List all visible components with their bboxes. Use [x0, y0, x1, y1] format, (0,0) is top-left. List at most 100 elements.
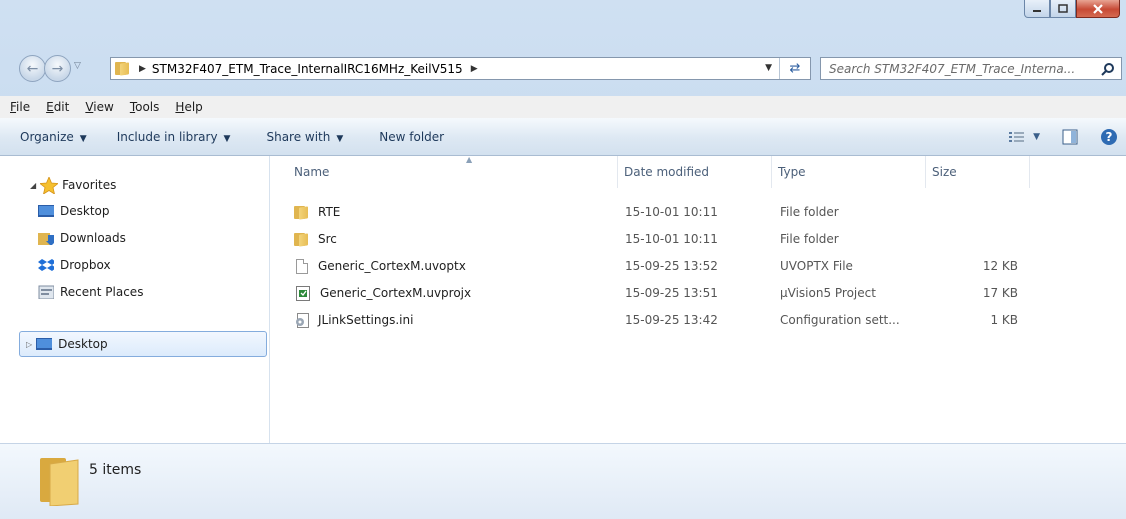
menu-view[interactable]: View: [85, 100, 113, 114]
close-button[interactable]: [1076, 0, 1120, 18]
nav-tree-desktop-label: Desktop: [58, 337, 108, 351]
address-bar[interactable]: ▶ STM32F407_ETM_Trace_InternalIRC16MHz_K…: [110, 57, 811, 80]
nav-item-label: Downloads: [60, 231, 126, 245]
column-header-date[interactable]: Date modified: [618, 156, 772, 188]
file-row[interactable]: Generic_CortexM.uvoptx 15-09-25 13:52 UV…: [270, 255, 1126, 277]
nav-item-recent-places[interactable]: Recent Places: [38, 281, 143, 303]
change-view-button[interactable]: ▼: [1009, 131, 1040, 143]
include-in-library-label: Include in library: [116, 129, 218, 144]
search-icon[interactable]: [1101, 62, 1115, 76]
chevron-down-icon: ▼: [79, 133, 87, 144]
file-name-cell: Generic_CortexM.uvprojx: [294, 282, 471, 304]
file-name-cell: RTE: [294, 201, 340, 223]
back-button[interactable]: ←: [19, 55, 46, 82]
favorites-label: Favorites: [62, 178, 117, 192]
column-name-label: Name: [294, 165, 330, 179]
organize-label: Organize: [20, 129, 74, 144]
organize-button[interactable]: Organize ▼: [20, 130, 87, 144]
file-icon: [296, 258, 308, 274]
nav-tree-desktop[interactable]: ▷ Desktop: [19, 331, 267, 357]
file-size: 12 KB: [982, 259, 1018, 273]
file-size: [938, 201, 1018, 223]
file-row[interactable]: Src 15-10-01 10:11 File folder: [270, 228, 1126, 250]
file-name-cell: JLinkSettings.ini: [294, 309, 413, 331]
desktop-icon: [36, 338, 53, 350]
search-input[interactable]: [827, 60, 1101, 77]
navigation-pane: ◢ Favorites Desktop Downloads Dropbox Re…: [0, 156, 270, 443]
close-icon: [1093, 3, 1103, 14]
favorites-group[interactable]: ◢ Favorites: [30, 174, 116, 196]
file-date: 15-10-01 10:11: [625, 205, 718, 219]
forward-button[interactable]: →: [44, 55, 71, 82]
nav-item-desktop[interactable]: Desktop: [38, 200, 110, 222]
column-header-type[interactable]: Type: [772, 156, 926, 188]
expanded-arrow-icon[interactable]: ◢: [30, 181, 36, 190]
file-type: UVOPTX File: [780, 259, 853, 273]
share-with-button[interactable]: Share with ▼: [266, 130, 343, 144]
new-folder-button[interactable]: New folder: [379, 130, 444, 144]
view-tools: ▼ ?: [987, 118, 1118, 155]
folder-icon: [115, 62, 131, 76]
help-icon: ?: [1101, 128, 1117, 145]
breadcrumb-folder[interactable]: STM32F407_ETM_Trace_InternalIRC16MHz_Kei…: [152, 62, 463, 76]
address-history-dropdown[interactable]: ▼: [765, 63, 772, 73]
file-name-cell: Generic_CortexM.uvoptx: [294, 255, 466, 277]
file-row[interactable]: JLinkSettings.ini 15-09-25 13:42 Configu…: [270, 309, 1126, 331]
file-type: Configuration sett...: [780, 313, 900, 327]
chevron-down-icon: ▼: [1033, 131, 1040, 142]
file-date: 15-09-25 13:51: [625, 286, 718, 300]
nav-item-label: Dropbox: [60, 258, 111, 272]
recent-pages-dropdown[interactable]: ▽: [74, 61, 81, 71]
menubar: File Edit View Tools Help: [0, 96, 1126, 119]
column-header-size[interactable]: Size: [926, 156, 1030, 188]
maximize-button[interactable]: [1050, 0, 1076, 18]
preview-pane-button[interactable]: [1062, 129, 1078, 145]
file-type: File folder: [780, 232, 839, 246]
breadcrumb-chevron-icon[interactable]: ▶: [471, 64, 478, 74]
file-name-cell: Src: [294, 228, 337, 250]
file-name: JLinkSettings.ini: [318, 313, 414, 327]
file-size: 1 KB: [990, 313, 1018, 327]
command-bar: Organize ▼ Include in library ▼ Share with…: [0, 118, 1126, 156]
menu-tools[interactable]: Tools: [130, 100, 160, 114]
menu-edit[interactable]: Edit: [46, 100, 69, 114]
minimize-button[interactable]: [1024, 0, 1050, 18]
share-with-label: Share with: [266, 129, 331, 144]
ini-settings-icon: [296, 312, 309, 328]
desktop-icon: [38, 205, 54, 217]
collapsed-arrow-icon[interactable]: ▷: [26, 340, 32, 349]
uvision-project-icon: [296, 285, 310, 301]
help-button[interactable]: ?: [1100, 128, 1118, 146]
file-size: 17 KB: [982, 286, 1018, 300]
file-date: 15-10-01 10:11: [625, 232, 718, 246]
menu-help[interactable]: Help: [175, 100, 202, 114]
refresh-button[interactable]: ⇄: [779, 58, 810, 79]
item-count: 5 items: [89, 462, 142, 478]
dropbox-icon: [38, 259, 54, 271]
file-name: RTE: [318, 205, 341, 219]
star-icon: [40, 176, 59, 194]
minimize-icon: [1033, 9, 1041, 12]
nav-item-label: Desktop: [60, 204, 110, 218]
breadcrumb-chevron-icon[interactable]: ▶: [139, 64, 146, 74]
file-type: µVision5 Project: [780, 286, 876, 300]
folder-icon: [294, 232, 310, 247]
downloads-icon: [38, 233, 54, 245]
details-pane: 5 items: [0, 443, 1126, 519]
menu-file[interactable]: File: [10, 100, 30, 114]
recent-places-icon: [38, 285, 54, 299]
file-date: 15-09-25 13:52: [625, 259, 718, 273]
column-header-name[interactable]: ▲ Name: [288, 155, 618, 188]
include-in-library-button[interactable]: Include in library ▼: [117, 130, 231, 144]
file-size: [938, 228, 1018, 250]
nav-item-label: Recent Places: [60, 285, 144, 299]
file-row[interactable]: RTE 15-10-01 10:11 File folder: [270, 201, 1126, 223]
nav-item-dropbox[interactable]: Dropbox: [38, 254, 111, 276]
maximize-icon: [1058, 4, 1068, 13]
sort-ascending-icon: ▲: [466, 155, 473, 164]
nav-item-downloads[interactable]: Downloads: [38, 227, 126, 249]
caption-buttons: [1024, 0, 1120, 20]
file-row[interactable]: Generic_CortexM.uvprojx 15-09-25 13:51 µ…: [270, 282, 1126, 304]
address-row: ← → ▽ ▶ STM32F407_ETM_Trace_InternalIRC1…: [0, 52, 1126, 84]
file-name: Src: [318, 232, 337, 246]
